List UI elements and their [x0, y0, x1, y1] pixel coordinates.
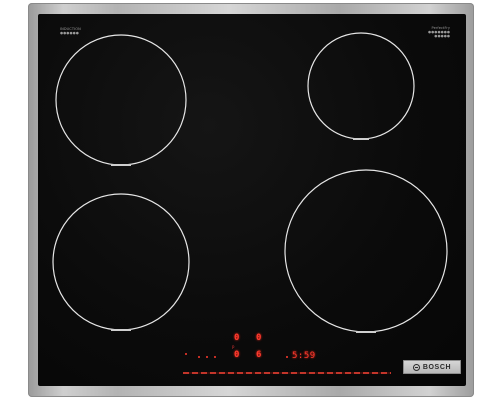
function-touch-key[interactable] — [198, 356, 200, 358]
timer-readout: 5:59 — [292, 351, 316, 361]
feature-label-top-left: INDUCTION ●●●●●● — [60, 27, 81, 35]
cooking-zone-front-right[interactable] — [284, 169, 448, 333]
zone-marker-front-left — [111, 329, 131, 331]
timer-icon[interactable] — [286, 356, 288, 358]
zone-marker-rear-right — [353, 138, 369, 140]
level-display-rear-right[interactable]: 0 — [256, 333, 261, 343]
brand-logo-icon — [412, 363, 420, 371]
level-display-front-left[interactable]: 0 — [234, 350, 239, 360]
function-touch-key[interactable] — [206, 356, 208, 358]
level-display-rear-left[interactable]: 0 — [234, 333, 239, 343]
brand-label: BOSCH — [422, 363, 452, 371]
brand-plate: BOSCH — [403, 360, 461, 374]
power-button-icon[interactable] — [185, 353, 187, 355]
cooking-zones — [52, 32, 448, 333]
zone-marker-front-right — [356, 331, 376, 333]
cooking-zone-front-left[interactable] — [52, 193, 190, 331]
cooking-zone-rear-right[interactable] — [307, 32, 415, 140]
zone-marker-rear-left — [111, 164, 131, 166]
cooking-zone-rear-left[interactable] — [55, 34, 187, 166]
touch-slider-bar[interactable] — [183, 372, 391, 374]
feature-label-top-right: PerfectFry ●●●●●●● ●●●●● — [428, 26, 450, 38]
feature-label-line: ●●●●●● — [60, 31, 79, 35]
level-display-front-right[interactable]: 6 — [256, 350, 261, 360]
function-touch-key[interactable] — [214, 356, 216, 358]
power-indicator: P — [232, 345, 235, 350]
feature-label-line: ●●●●● — [434, 34, 451, 38]
